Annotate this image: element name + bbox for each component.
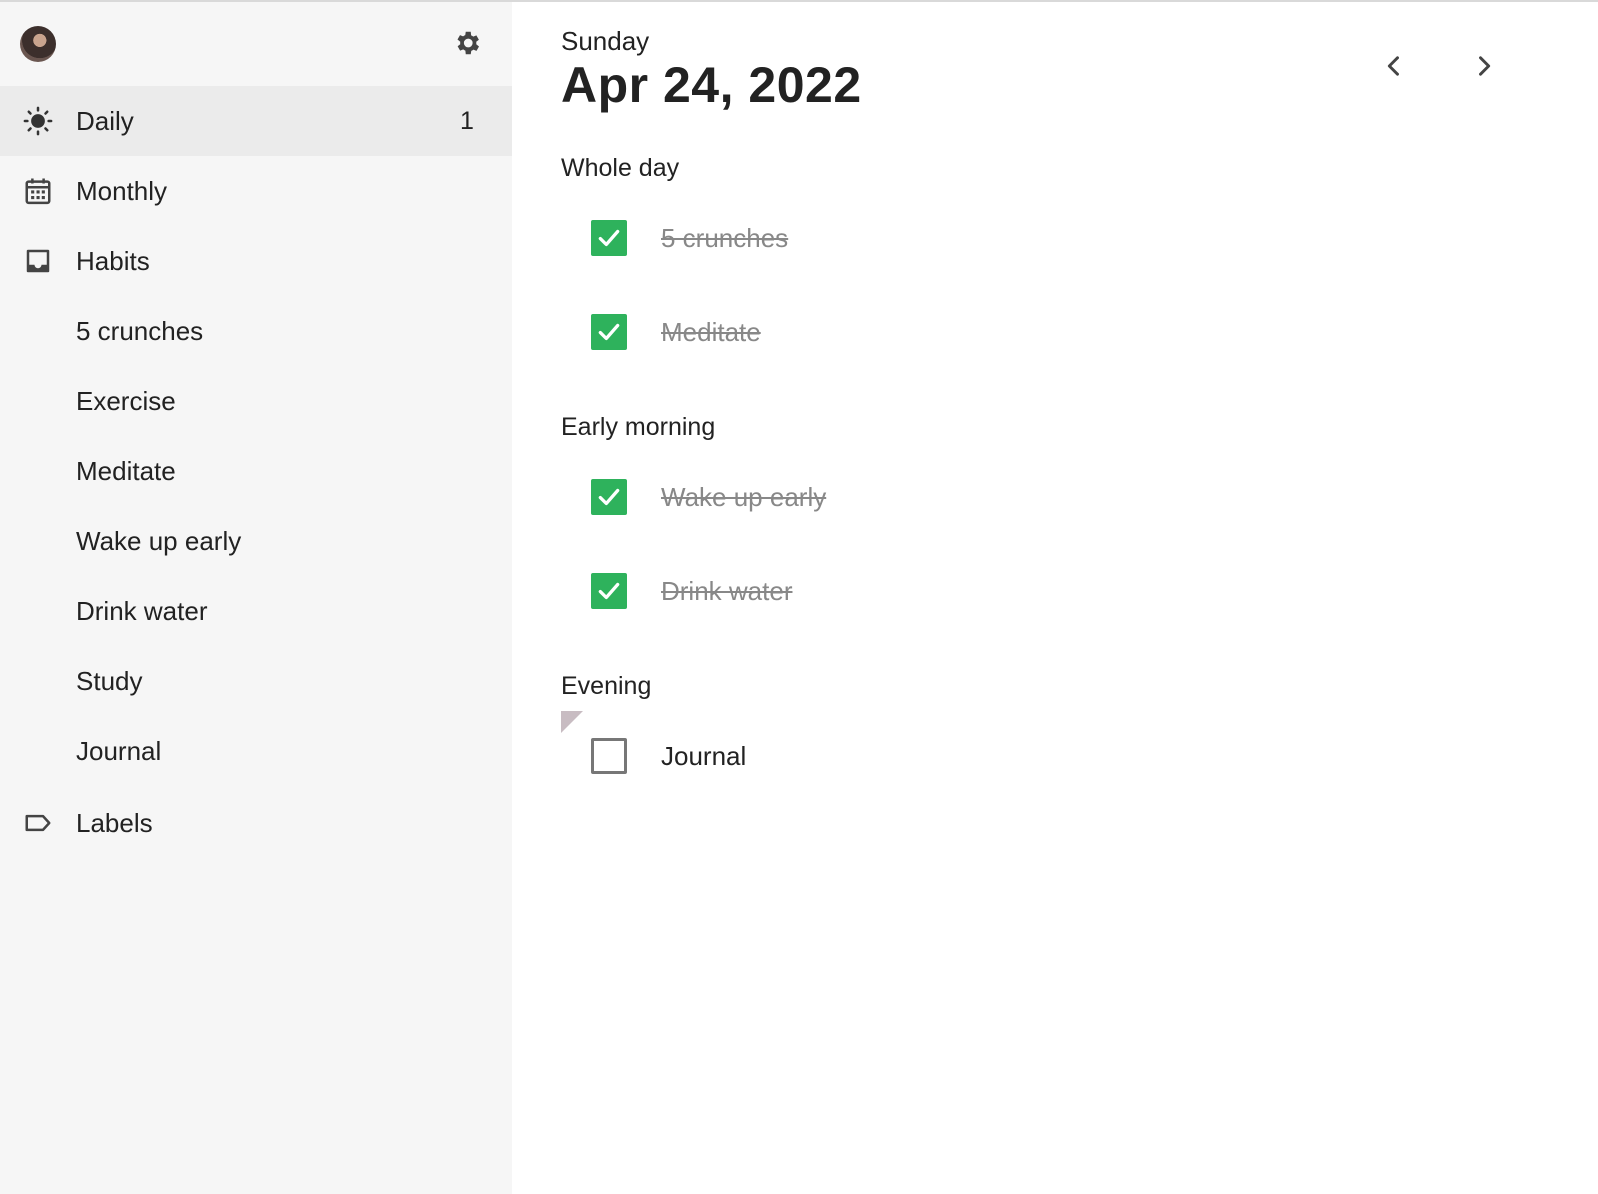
habit-label: Study [76,665,143,696]
avatar[interactable] [20,26,56,62]
sidebar-item-label: Labels [76,807,153,838]
section-title-whole-day: Whole day [561,154,680,182]
sidebar-item-label: Habits [76,245,150,276]
checkbox-checked[interactable] [591,479,627,515]
chevron-left-icon[interactable] [1376,48,1412,84]
habit-label: 5 crunches [76,315,204,346]
sidebar: Daily 1 Monthly Habits 5 crunches Exerci… [0,2,512,1194]
inbox-icon [22,245,54,277]
task-label: 5 crunches [661,222,789,253]
habit-item-meditate[interactable]: Meditate [0,436,512,506]
sun-icon [22,105,54,137]
habit-item-study[interactable]: Study [0,646,512,716]
task-wake-up-early[interactable]: Wake up early [591,477,826,517]
task-label: Drink water [661,575,793,606]
task-drink-water[interactable]: Drink water [591,571,792,611]
habit-item-exercise[interactable]: Exercise [0,366,512,436]
task-label: Journal [661,740,747,771]
gear-icon[interactable] [452,28,482,58]
check-icon [598,229,620,247]
habit-item-wake-up-early[interactable]: Wake up early [0,506,512,576]
checkbox-unchecked[interactable] [591,738,627,774]
task-5-crunches[interactable]: 5 crunches [591,218,788,258]
task-meditate[interactable]: Meditate [591,312,761,352]
habit-item-journal[interactable]: Journal [0,716,512,786]
habit-label: Wake up early [76,525,242,556]
sidebar-item-label: Monthly [76,175,168,206]
main-content: Sunday Apr 24, 2022 Whole day 5 crunches… [512,2,1598,1194]
sidebar-item-label: Daily [76,105,134,136]
sidebar-item-daily[interactable]: Daily 1 [0,86,512,156]
habit-label: Drink water [76,595,208,626]
check-icon [598,582,620,600]
check-icon [598,323,620,341]
section-title-evening: Evening [561,672,652,700]
sidebar-header [0,2,512,86]
sidebar-item-labels[interactable]: Labels [0,788,512,858]
habit-item-drink-water[interactable]: Drink water [0,576,512,646]
sidebar-item-habits[interactable]: Habits [0,226,512,296]
count-badge: 1 [460,106,474,135]
section-title-early-morning: Early morning [561,413,716,441]
chevron-right-icon[interactable] [1466,48,1502,84]
checkbox-checked[interactable] [591,573,627,609]
task-journal[interactable]: Journal [591,736,746,776]
habit-label: Exercise [76,385,176,416]
sidebar-item-monthly[interactable]: Monthly [0,156,512,226]
check-icon [598,488,620,506]
calendar-icon [22,175,54,207]
label-icon [22,807,54,839]
corner-marker [561,711,583,733]
habit-label: Meditate [76,455,176,486]
habit-item-5-crunches[interactable]: 5 crunches [0,296,512,366]
checkbox-checked[interactable] [591,314,627,350]
page-title: Apr 24, 2022 [561,57,862,113]
habit-label: Journal [76,735,162,766]
checkbox-checked[interactable] [591,220,627,256]
weekday-label: Sunday [561,26,650,56]
task-label: Wake up early [661,481,827,512]
task-label: Meditate [661,316,761,347]
